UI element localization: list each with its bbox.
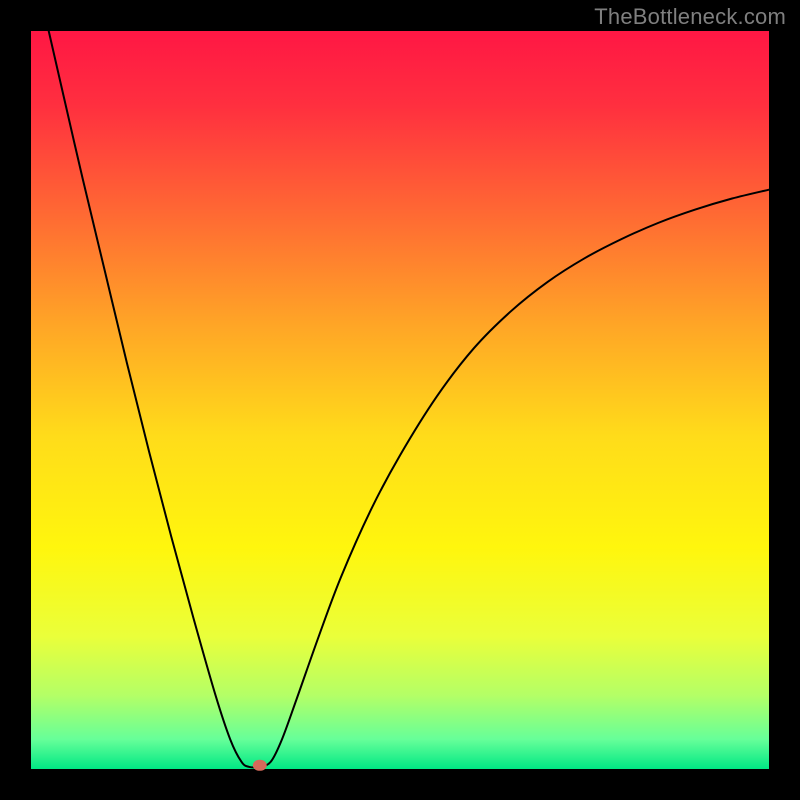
plot-background	[31, 31, 769, 769]
chart-frame: TheBottleneck.com	[0, 0, 800, 800]
bottleneck-chart	[0, 0, 800, 800]
optimal-point-marker	[253, 760, 267, 771]
